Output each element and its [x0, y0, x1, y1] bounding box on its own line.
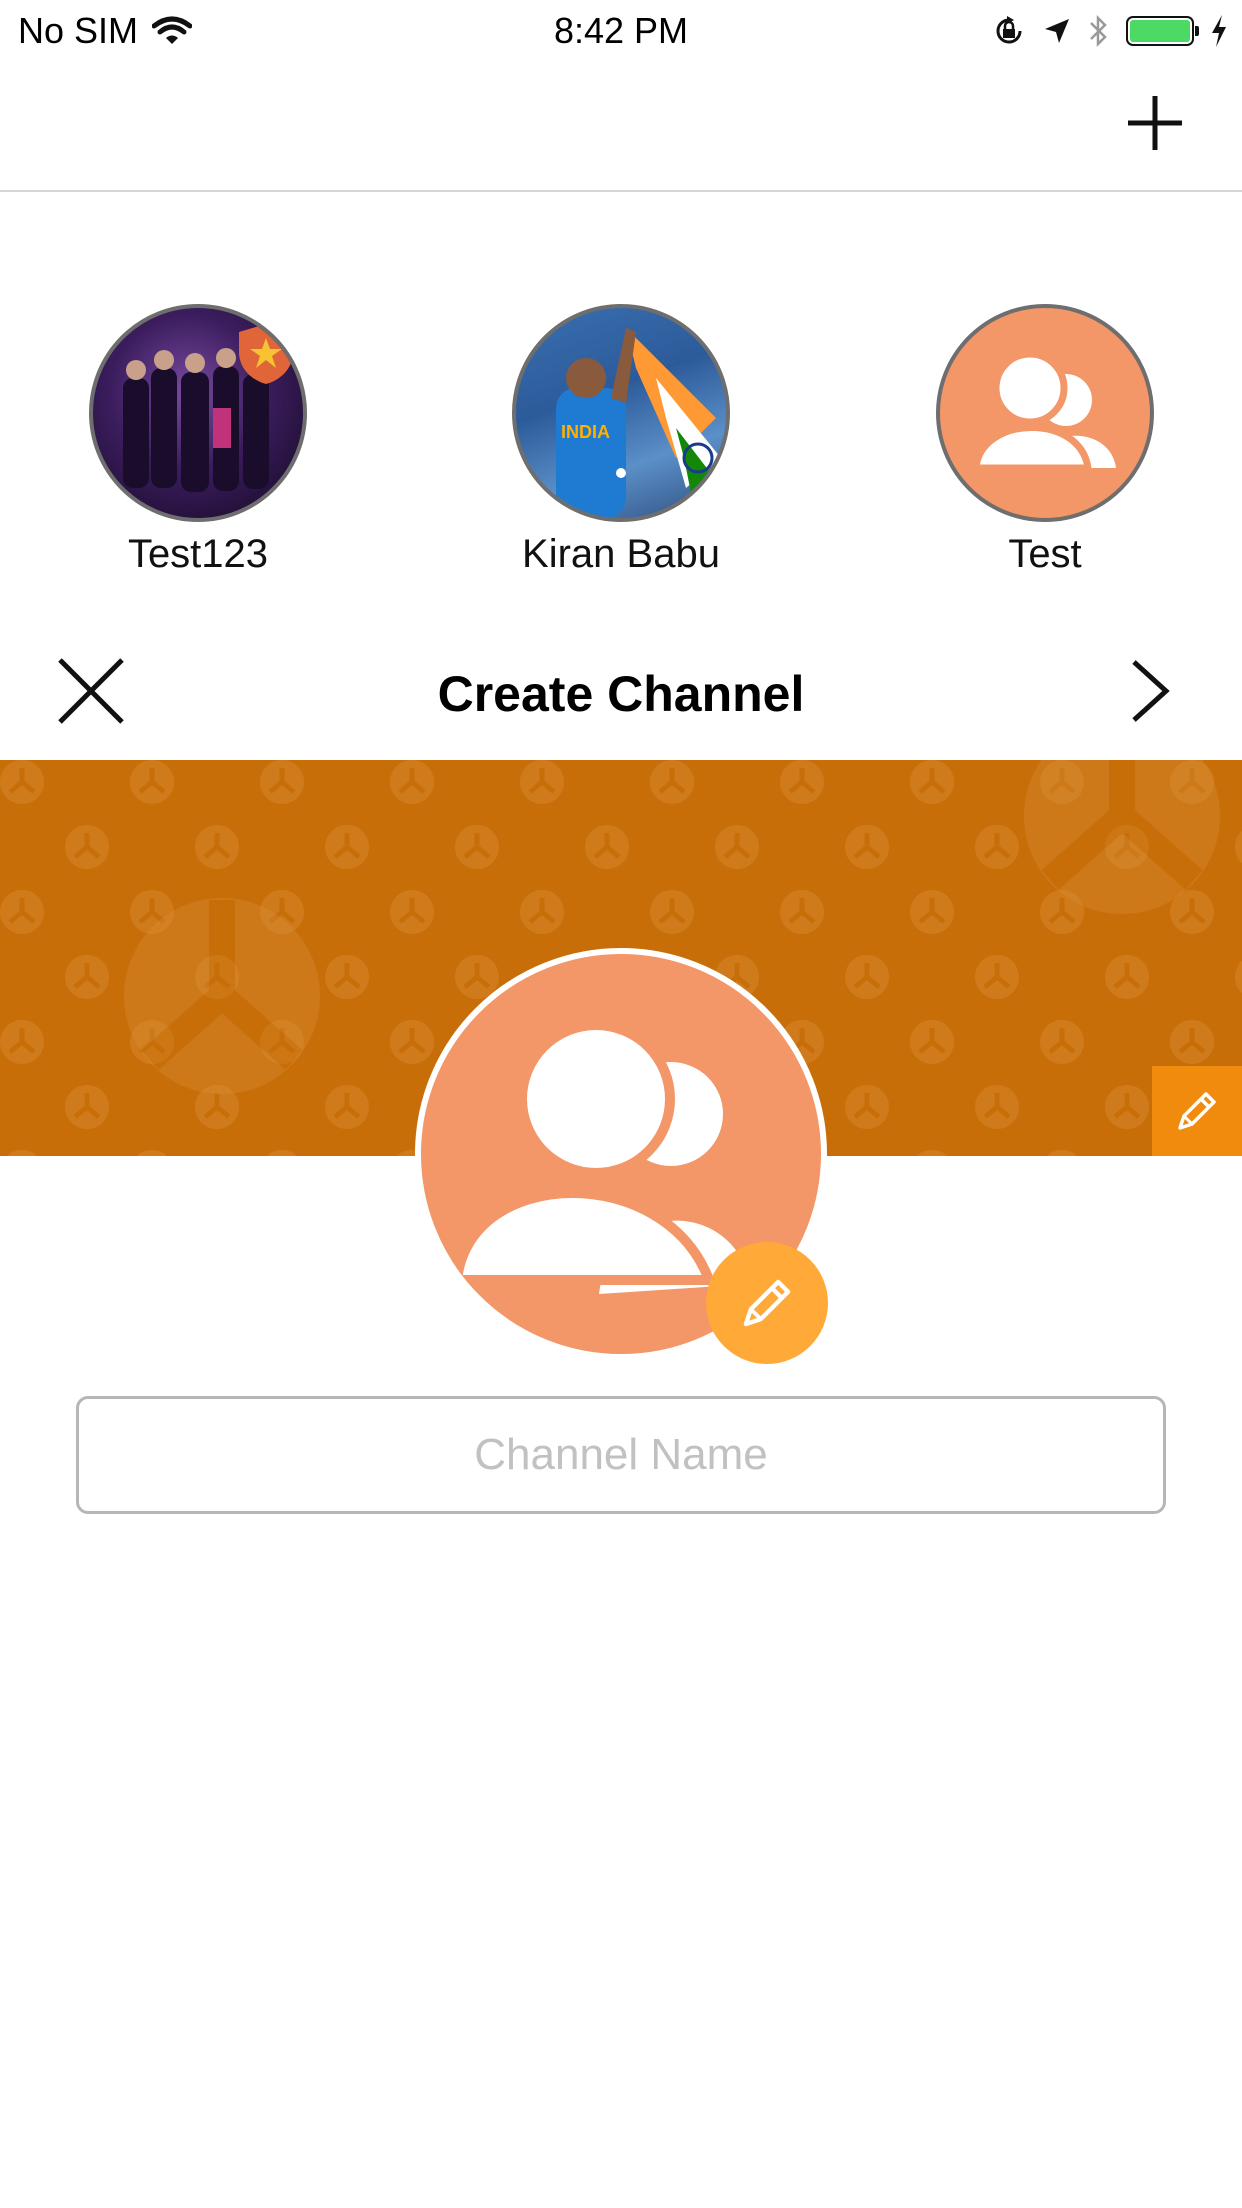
channel-label: Test	[1008, 532, 1082, 570]
channel-item-test123[interactable]: Test123	[28, 300, 368, 570]
edit-banner-button[interactable]	[1152, 1066, 1242, 1156]
channel-avatar-people-icon	[936, 304, 1154, 522]
channel-avatar-cricket-photo: INDIA	[512, 304, 730, 522]
bluetooth-icon	[1090, 14, 1107, 48]
page-title: Create Channel	[437, 666, 805, 722]
channel-name-input[interactable]	[76, 1396, 1166, 1514]
svg-text:INDIA: INDIA	[561, 422, 610, 442]
shield-star-icon	[239, 324, 293, 384]
channel-item-kiran-babu[interactable]: INDIA Kiran Babu	[451, 300, 791, 570]
status-bar-right	[992, 12, 1228, 50]
add-channel-button[interactable]	[1120, 88, 1190, 158]
people-icon	[972, 350, 1116, 472]
rotation-lock-icon	[996, 16, 1022, 44]
channel-item-test[interactable]: Test	[875, 300, 1215, 570]
channel-avatar-group-photo	[89, 304, 307, 522]
channel-label: Test123	[127, 532, 269, 570]
location-arrow-icon	[1045, 19, 1069, 43]
nav-divider	[0, 190, 1242, 192]
plus-icon	[1128, 96, 1182, 150]
next-button[interactable]	[1126, 656, 1176, 726]
pencil-icon	[1178, 1092, 1216, 1130]
chevron-right-icon	[1132, 660, 1170, 722]
battery-icon	[1126, 16, 1199, 46]
edit-avatar-button[interactable]	[706, 1242, 828, 1364]
channel-label: Kiran Babu	[522, 532, 720, 570]
charging-bolt-icon	[1212, 15, 1226, 47]
pencil-icon	[743, 1279, 791, 1327]
